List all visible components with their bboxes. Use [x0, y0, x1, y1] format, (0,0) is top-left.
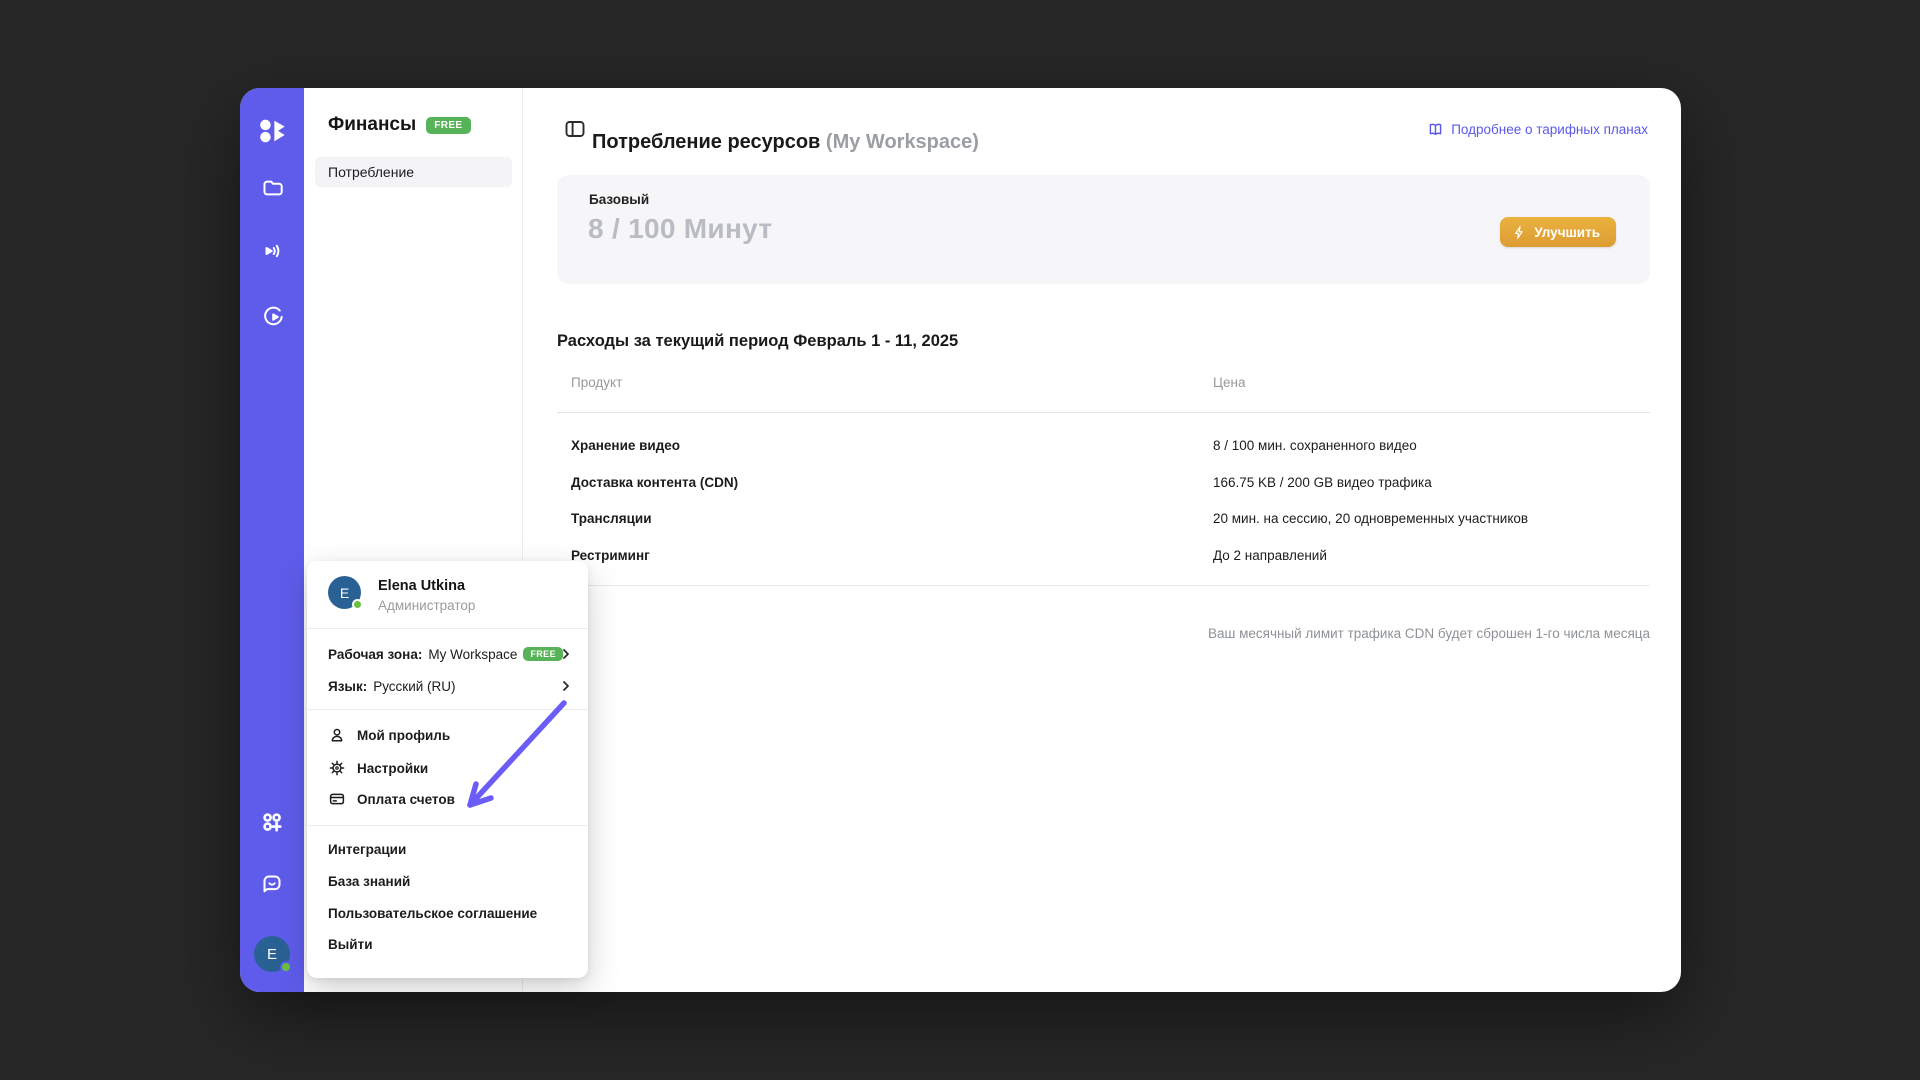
- tariff-plans-link[interactable]: Подробнее о тарифных планах: [1427, 121, 1648, 138]
- kinescope-logo[interactable]: [252, 111, 292, 151]
- upgrade-button[interactable]: Улучшить: [1500, 217, 1616, 247]
- analytics-icon[interactable]: [252, 295, 292, 335]
- free-plan-badge: FREE: [426, 117, 470, 134]
- live-icon[interactable]: [252, 231, 292, 271]
- support-chat-icon[interactable]: [252, 864, 292, 904]
- table-row-label: Хранение видео: [571, 438, 680, 453]
- chevron-right-icon: [561, 647, 571, 661]
- table-bottom-divider: [557, 585, 1650, 586]
- primary-sidebar: E: [240, 88, 304, 992]
- plan-usage-card: Базовый 8 / 100 Минут Улучшить: [557, 175, 1650, 284]
- sidebar-item-consumption[interactable]: Потребление: [315, 157, 512, 187]
- table-row-value: 20 мин. на сессию, 20 одновременных учас…: [1213, 511, 1528, 526]
- menu-divider: [307, 825, 588, 826]
- menu-divider: [307, 709, 588, 710]
- gear-icon: [328, 759, 346, 777]
- menu-item-language[interactable]: Язык: Русский (RU): [307, 672, 588, 700]
- page-header: Потребление ресурсов (My Workspace) Подр…: [523, 88, 1681, 154]
- menu-avatar: E: [328, 576, 361, 609]
- table-header-divider: [557, 412, 1650, 413]
- expenses-section-title: Расходы за текущий период Февраль 1 - 11…: [557, 332, 958, 351]
- table-row-value: 8 / 100 мин. сохраненного видео: [1213, 438, 1417, 453]
- videos-icon[interactable]: [252, 167, 292, 207]
- credit-card-icon: [328, 790, 346, 808]
- lightning-icon: [1512, 225, 1527, 240]
- workspace-suffix: (My Workspace): [826, 131, 979, 153]
- table-row-value: 166.75 KB / 200 GB видео трафика: [1213, 475, 1432, 490]
- menu-item-knowledge-base[interactable]: База знаний: [307, 867, 588, 895]
- plan-usage-value: 8 / 100 Минут: [588, 213, 772, 245]
- chevron-right-icon: [561, 679, 571, 693]
- menu-item-profile[interactable]: Мой профиль: [307, 721, 588, 749]
- menu-item-integrations[interactable]: Интеграции: [307, 835, 588, 863]
- apps-icon[interactable]: [252, 802, 292, 842]
- online-status-dot: [352, 599, 363, 610]
- table-col-product: Продукт: [571, 375, 622, 390]
- user-dropdown-menu: E Elena Utkina Администратор Рабочая зон…: [307, 561, 588, 978]
- user-role: Администратор: [378, 598, 475, 613]
- user-avatar[interactable]: E: [254, 936, 290, 972]
- panel-toggle-icon[interactable]: [563, 117, 587, 141]
- panel-title: Финансы: [328, 114, 416, 136]
- avatar-initial: E: [267, 946, 277, 963]
- table-row-label: Трансляции: [571, 511, 652, 526]
- menu-item-workspace[interactable]: Рабочая зона: My Workspace FREE: [307, 640, 588, 668]
- user-name: Elena Utkina: [378, 578, 465, 594]
- page-title: Потребление ресурсов (My Workspace): [592, 131, 979, 154]
- user-icon: [328, 726, 346, 744]
- menu-divider: [307, 628, 588, 629]
- free-plan-badge: FREE: [523, 647, 563, 661]
- plan-name: Базовый: [589, 192, 649, 207]
- menu-item-settings[interactable]: Настройки: [307, 754, 588, 782]
- table-row-label: Рестриминг: [571, 548, 650, 563]
- main-content: Потребление ресурсов (My Workspace) Подр…: [523, 88, 1681, 992]
- menu-item-terms[interactable]: Пользовательское соглашение: [307, 899, 588, 927]
- menu-item-logout[interactable]: Выйти: [307, 930, 588, 958]
- menu-item-billing[interactable]: Оплата счетов: [307, 785, 588, 813]
- table-col-price: Цена: [1213, 375, 1245, 390]
- finance-panel-header: Финансы FREE: [328, 114, 471, 136]
- online-status-dot: [280, 961, 292, 973]
- table-row-label: Доставка контента (CDN): [571, 475, 738, 490]
- cdn-reset-note: Ваш месячный лимит трафика CDN будет сбр…: [1208, 626, 1650, 641]
- desktop-background: E Финансы FREE Потребление Потреблени: [0, 0, 1920, 1080]
- book-icon: [1427, 121, 1444, 138]
- table-row-value: До 2 направлений: [1213, 548, 1327, 563]
